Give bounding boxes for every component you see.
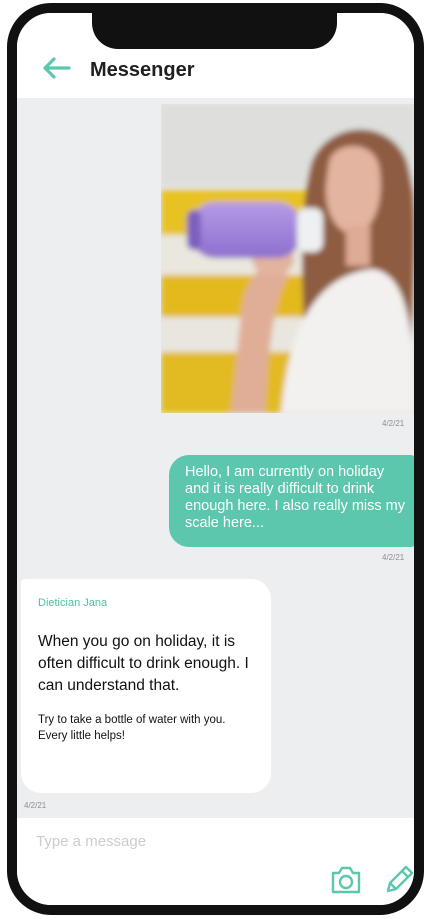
camera-icon[interactable]	[329, 864, 363, 896]
arrow-left-icon[interactable]	[41, 56, 71, 80]
timestamp: 4/2/21	[24, 801, 47, 810]
message-subtext: Try to take a bottle of water with you. …	[38, 714, 226, 742]
chat-area[interactable]: 4/2/21 Hello, I am currently on holiday …	[17, 98, 414, 818]
notch	[92, 13, 337, 49]
message-text: Hello, I am currently on holiday and it …	[185, 464, 406, 531]
page-title: Messenger	[90, 59, 195, 81]
message-image[interactable]	[161, 104, 414, 413]
incoming-message-bubble[interactable]: Dietician Jana When you go on holiday, i…	[21, 579, 271, 793]
pencil-icon[interactable]	[382, 862, 416, 896]
sender-name: Dietician Jana	[38, 597, 108, 609]
phone-frame: Messenger 4/2/21 Hello, I am currently o…	[7, 3, 424, 915]
message-text: When you go on holiday, it is often diff…	[38, 633, 249, 694]
outgoing-message-bubble[interactable]: Hello, I am currently on holiday and it …	[169, 455, 414, 547]
timestamp: 4/2/21	[382, 553, 405, 562]
timestamp: 4/2/21	[382, 419, 405, 428]
message-composer	[17, 818, 416, 905]
message-input[interactable]	[36, 828, 336, 854]
